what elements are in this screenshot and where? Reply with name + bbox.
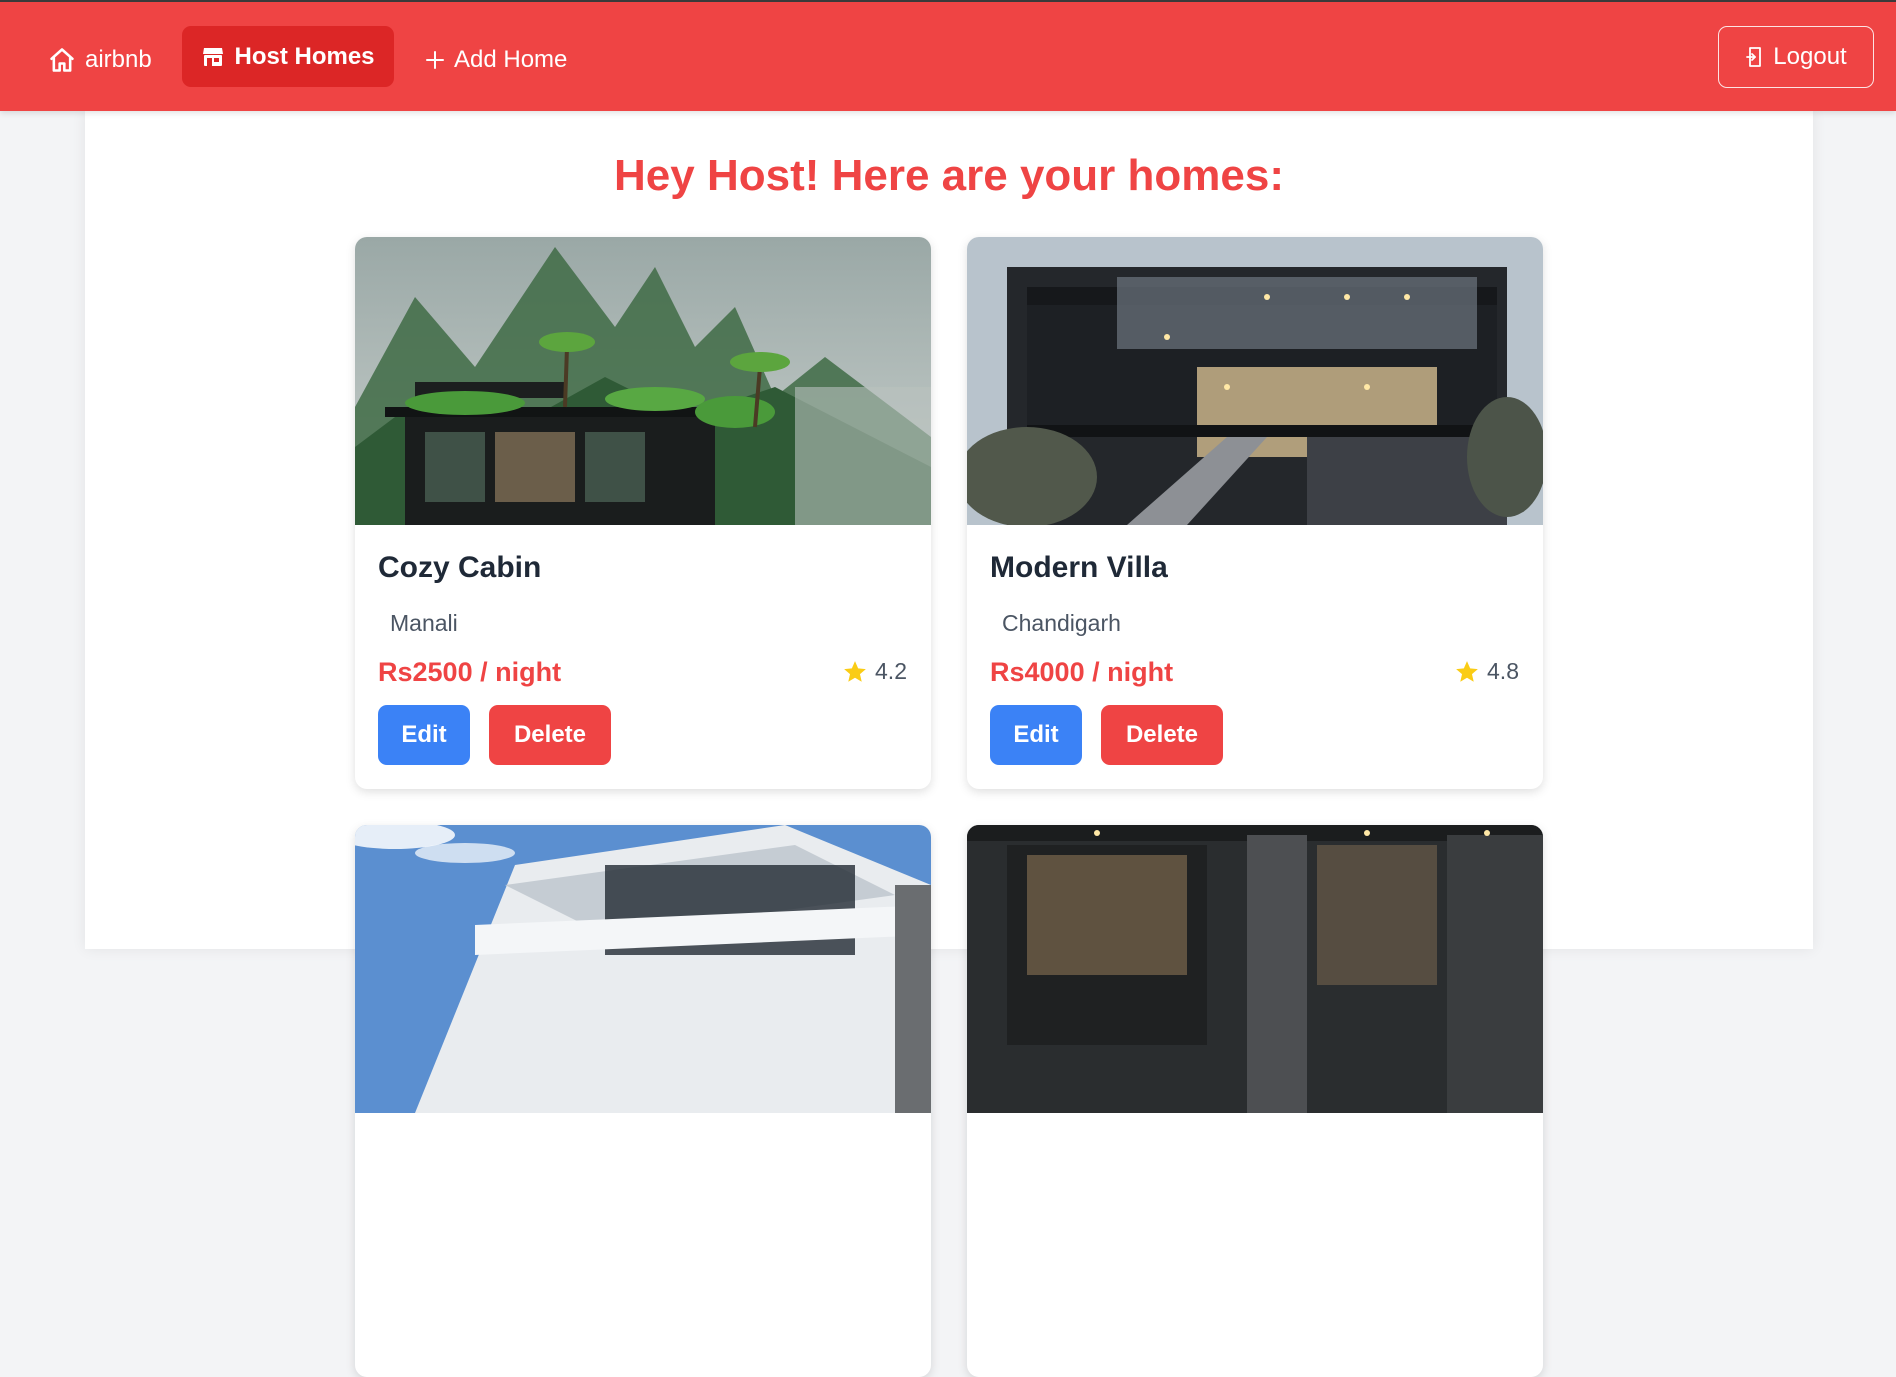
home-location: Chandigarh (1002, 610, 1121, 636)
delete-button[interactable]: Delete (489, 705, 611, 765)
home-card (967, 825, 1543, 1377)
edit-button[interactable]: Edit (990, 705, 1082, 765)
brand-label: airbnb (85, 46, 152, 73)
nav-add-home-link[interactable]: Add Home (425, 42, 567, 78)
home-rating: 4.2 (842, 658, 907, 685)
page-title: Hey Host! Here are your homes: (614, 151, 1284, 200)
logout-icon (1745, 46, 1765, 68)
home-price: Rs4000 / night (990, 657, 1174, 687)
home-rating: 4.8 (1454, 658, 1519, 685)
top-navbar: airbnb Host Homes Add Home Logout (0, 0, 1896, 111)
home-image (967, 825, 1543, 1113)
add-home-label: Add Home (454, 46, 568, 73)
home-location: Manali (390, 610, 458, 636)
home-image (355, 237, 931, 525)
star-icon (842, 659, 868, 685)
logout-label: Logout (1773, 43, 1847, 70)
host-homes-label: Host Homes (234, 42, 375, 70)
delete-button[interactable]: Delete (1101, 705, 1223, 765)
star-icon (1454, 659, 1480, 685)
store-icon (201, 45, 225, 69)
plus-icon (425, 50, 445, 70)
edit-button[interactable]: Edit (378, 705, 470, 765)
home-card: Cozy Cabin Manali Rs2500 / night 4.2 Edi… (355, 237, 931, 789)
rating-value: 4.8 (1487, 658, 1519, 684)
home-icon (48, 46, 76, 74)
home-price: Rs2500 / night (378, 657, 562, 687)
home-name: Cozy Cabin (378, 551, 542, 584)
rating-value: 4.2 (875, 658, 907, 684)
home-card: Modern Villa Chandigarh Rs4000 / night 4… (967, 237, 1543, 789)
home-image (967, 237, 1543, 525)
nav-brand-link[interactable]: airbnb (48, 42, 152, 78)
logout-button[interactable]: Logout (1718, 26, 1874, 88)
home-card (355, 825, 931, 1377)
home-name: Modern Villa (990, 551, 1168, 584)
main-content: Hey Host! Here are your homes: Cozy Cabi… (85, 111, 1813, 1377)
home-image (355, 825, 931, 1113)
nav-host-homes-tab[interactable]: Host Homes (182, 26, 394, 87)
